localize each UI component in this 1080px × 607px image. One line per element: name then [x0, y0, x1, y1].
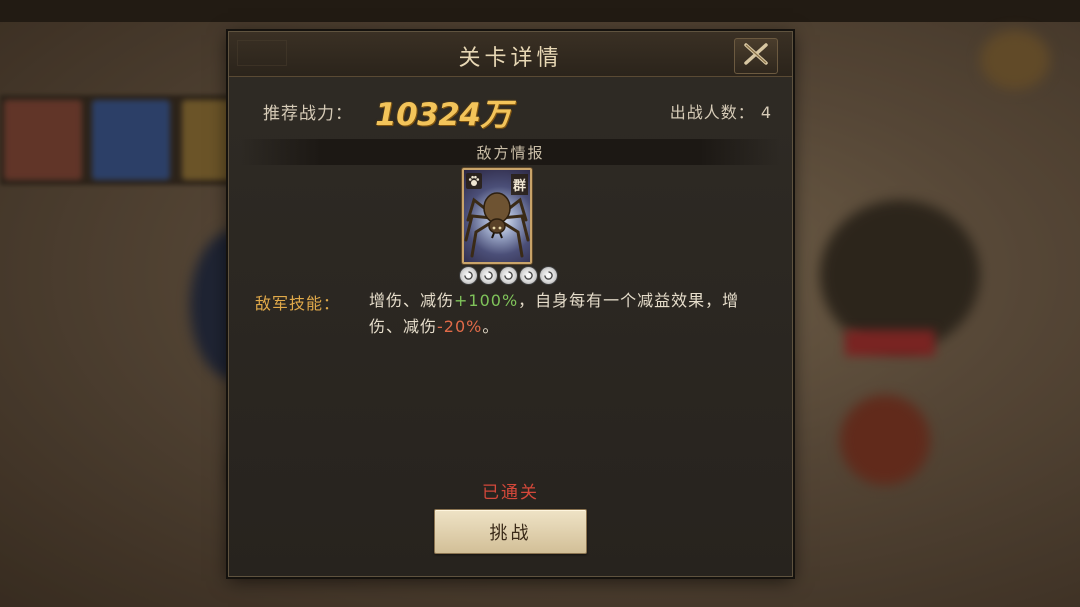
beast-type-icon: [466, 173, 482, 189]
enemy-skill-description: 增伤、减伤+100%，自身每有一个减益效果，增伤、减伤-20%。: [369, 288, 769, 340]
star-icon: [459, 266, 478, 285]
team-size: 出战人数： 4: [664, 99, 772, 123]
recommended-power-label: 推荐战力：: [263, 104, 353, 124]
stage-cleared-status: 已通关: [482, 483, 539, 503]
challenge-button[interactable]: 挑战: [434, 509, 587, 554]
dialog-title: 关卡详情: [458, 46, 563, 71]
stage-detail-dialog: 关卡详情 推荐战力： 10324万 出战人数： 4 敌方情报 群 敌军技能： 增…: [228, 31, 793, 577]
team-size-label: 出战人数：: [669, 103, 755, 122]
close-button[interactable]: [734, 38, 778, 74]
enemy-type-tag: 群: [510, 174, 528, 195]
enemy-star-rating: [459, 266, 558, 285]
enemy-card[interactable]: 群: [462, 168, 532, 264]
recommended-power-value: 10324万: [375, 97, 511, 133]
team-size-value: 4: [760, 103, 772, 122]
skill-buff-value: +100%: [454, 291, 519, 310]
star-icon: [539, 266, 558, 285]
star-icon: [519, 266, 538, 285]
enemy-intel-title: 敌方情报: [476, 144, 545, 162]
star-icon: [499, 266, 518, 285]
dialog-title-bar: 关卡详情: [229, 32, 792, 77]
skill-debuff-value: -20%: [437, 317, 483, 336]
skill-text-part: 增伤、减伤: [369, 291, 455, 310]
skill-text-part: 。: [482, 317, 500, 336]
star-icon: [479, 266, 498, 285]
enemy-skill-label: 敌军技能：: [255, 294, 341, 313]
close-icon: [743, 42, 769, 70]
